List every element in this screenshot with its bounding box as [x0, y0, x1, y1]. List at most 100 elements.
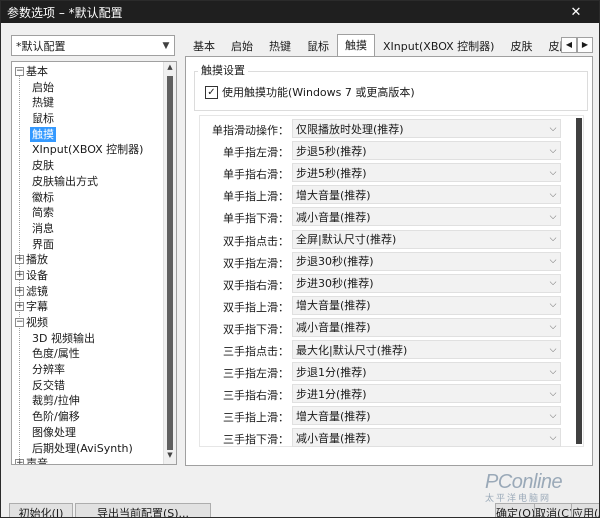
tab-scroll-left-icon[interactable]: ◀ — [561, 37, 577, 53]
tree-item[interactable]: 启始 — [12, 80, 164, 96]
preset-value: *默认配置 — [16, 39, 66, 53]
gesture-action-dropdown[interactable]: 仅限播放时处理(推荐) ⌵ — [292, 119, 561, 138]
init-button[interactable]: 初始化(I) — [9, 503, 73, 517]
tab[interactable]: 皮肤 — [502, 36, 540, 56]
gesture-action-dropdown[interactable]: 步退5秒(推荐) ⌵ — [292, 141, 561, 161]
tree-item[interactable]: − 基本 — [12, 64, 164, 80]
gesture-action-dropdown[interactable]: 步退30秒(推荐) ⌵ — [292, 251, 561, 271]
tree-item-label: 视频 — [26, 316, 48, 329]
gesture-row: 单手指右滑： 步进5秒(推荐) ⌵ — [200, 162, 570, 184]
tree-item[interactable]: XInput(XBOX 控制器) — [12, 142, 164, 158]
gesture-action-dropdown[interactable]: 全屏|默认尺寸(推荐) ⌵ — [292, 229, 561, 249]
tree-item[interactable]: + 滤镜 — [12, 284, 164, 300]
tree-scrollbar[interactable]: ▲ ▼ — [163, 62, 176, 464]
tree-item[interactable]: 色度/属性 — [12, 346, 164, 362]
gesture-list-scrollbar[interactable] — [576, 118, 582, 444]
expand-icon[interactable]: + — [15, 270, 24, 280]
tree-item[interactable]: 皮肤 — [12, 158, 164, 174]
tree-item[interactable]: 触摸 — [12, 126, 164, 143]
chevron-down-icon: ⌵ — [549, 388, 557, 399]
tab-scroll-right-icon[interactable]: ▶ — [577, 37, 593, 53]
tree-item-label: 图像处理 — [32, 425, 76, 439]
tree-item[interactable]: + 设备 — [12, 268, 164, 284]
expand-icon[interactable]: + — [15, 255, 24, 265]
collapse-icon[interactable]: − — [15, 67, 24, 76]
touch-enable-checkbox[interactable]: ✓ — [205, 85, 218, 99]
touch-enable-row[interactable]: ✓ 使用触摸功能(Windows 7 或更高版本) — [205, 84, 415, 100]
expand-icon[interactable]: + — [15, 286, 24, 296]
chevron-down-icon: ⌵ — [549, 234, 557, 244]
preset-dropdown[interactable]: *默认配置 ▼ — [11, 35, 175, 56]
tree-item[interactable]: 图像处理 — [12, 425, 164, 441]
expand-icon[interactable]: + — [15, 459, 24, 464]
ok-button[interactable]: 确定(O) — [495, 503, 535, 517]
tree-item[interactable]: 热键 — [12, 95, 164, 111]
tree-item[interactable]: 后期处理(AviSynth) — [12, 441, 164, 457]
gesture-row: 三手指下滑： 减小音量(推荐) ⌵ — [200, 427, 570, 449]
gesture-row: 单手指下滑： 减小音量(推荐) ⌵ — [200, 206, 570, 228]
tree-item[interactable]: − 视频 — [12, 315, 164, 331]
tree-item[interactable]: 鼠标 — [12, 111, 164, 127]
tree-item[interactable]: 皮肤输出方式 — [12, 174, 164, 190]
tree-item[interactable]: 反交错 — [12, 378, 164, 394]
gesture-row: 双手指点击： 全屏|默认尺寸(推荐) ⌵ — [200, 229, 570, 251]
tree-item[interactable]: + 字幕 — [12, 299, 164, 315]
tab[interactable]: 热键 — [261, 36, 299, 56]
tree-item-label: 声音 — [26, 457, 48, 465]
tree-item[interactable]: + 声音 — [12, 456, 164, 465]
cancel-button[interactable]: 取消(C) — [534, 503, 572, 517]
tree-item[interactable]: 色阶/偏移 — [12, 409, 164, 425]
expand-icon[interactable]: + — [15, 302, 24, 312]
title-bar[interactable]: 参数选项 – *默认配置 ✕ — [1, 1, 599, 23]
gesture-action-dropdown[interactable]: 步进30秒(推荐) ⌵ — [292, 273, 561, 293]
gesture-action-dropdown[interactable]: 增大音量(推荐) ⌵ — [292, 406, 561, 426]
export-config-button[interactable]: 导出当前配置(S)... — [75, 503, 211, 517]
gesture-action-dropdown[interactable]: 增大音量(推荐) ⌵ — [292, 295, 561, 315]
tree-item[interactable]: 裁剪/拉伸 — [12, 393, 164, 409]
tab[interactable]: 鼠标 — [299, 36, 337, 56]
touch-enable-label: 使用触摸功能(Windows 7 或更高版本) — [222, 86, 415, 99]
tree-item[interactable]: 消息 — [12, 221, 164, 237]
gesture-action-dropdown[interactable]: 步进5秒(推荐) ⌵ — [292, 163, 561, 183]
gesture-action-value: 步退1分(推荐) — [296, 365, 367, 379]
tree-item-label: 触摸 — [30, 126, 56, 143]
gesture-action-dropdown[interactable]: 最大化|默认尺寸(推荐) ⌵ — [292, 340, 561, 359]
tree-item[interactable]: + 播放 — [12, 252, 164, 268]
gesture-action-dropdown[interactable]: 减小音量(推荐) ⌵ — [292, 207, 561, 227]
gesture-label: 三手指左滑： — [223, 367, 289, 381]
tab-scroll-buttons: ◀ ▶ — [561, 37, 593, 53]
settings-tree[interactable]: − 基本 启始 热键 鼠标 触摸 XInput(XBOX 控制器) 皮肤 皮肤输出方式 徽标 简索消… — [11, 61, 177, 465]
tree-item[interactable]: 分辨率 — [12, 362, 164, 378]
gesture-row: 三手指上滑： 增大音量(推荐) ⌵ — [200, 405, 570, 427]
gesture-label: 三手指上滑： — [223, 411, 289, 425]
tree-item[interactable]: 徽标 — [12, 190, 164, 206]
chevron-down-icon: ⌵ — [549, 344, 557, 355]
tab[interactable]: 触摸 — [337, 34, 375, 56]
tab[interactable]: 启始 — [223, 36, 261, 56]
scroll-down-icon[interactable]: ▼ — [164, 451, 176, 463]
tree-item[interactable]: 界面 — [12, 237, 164, 253]
gesture-action-dropdown[interactable]: 减小音量(推荐) ⌵ — [292, 317, 561, 337]
tree-item-label: 热键 — [32, 96, 54, 110]
chevron-down-icon: ⌵ — [549, 145, 557, 156]
tree-item-label: 裁剪/拉伸 — [32, 394, 80, 408]
collapse-icon[interactable]: − — [15, 318, 24, 327]
tree-item[interactable]: 3D 视频输出 — [12, 331, 164, 347]
watermark: PConline 太平洋电脑网 — [485, 471, 595, 504]
tab[interactable]: 基本 — [185, 36, 223, 56]
scrollbar-thumb[interactable] — [167, 76, 173, 450]
gesture-action-dropdown[interactable]: 增大音量(推荐) ⌵ — [292, 185, 561, 205]
tab[interactable]: XInput(XBOX 控制器) — [375, 36, 502, 56]
apply-button[interactable]: 应用(A) — [571, 503, 599, 517]
tree-item-label: 反交错 — [32, 378, 65, 392]
close-icon[interactable]: ✕ — [553, 1, 599, 23]
gesture-action-dropdown[interactable]: 步退1分(推荐) ⌵ — [292, 362, 561, 382]
chevron-down-icon: ⌵ — [549, 167, 557, 178]
gesture-action-dropdown[interactable]: 减小音量(推荐) ⌵ — [292, 428, 561, 448]
tree-item-label: 设备 — [26, 268, 48, 282]
gesture-action-dropdown[interactable]: 步进1分(推荐) ⌵ — [292, 384, 561, 404]
tree-item[interactable]: 简索 — [12, 205, 164, 221]
scroll-up-icon[interactable]: ▲ — [164, 63, 176, 75]
tree-item-label: 简索 — [32, 206, 54, 220]
tree-item-label: 字幕 — [26, 300, 48, 314]
